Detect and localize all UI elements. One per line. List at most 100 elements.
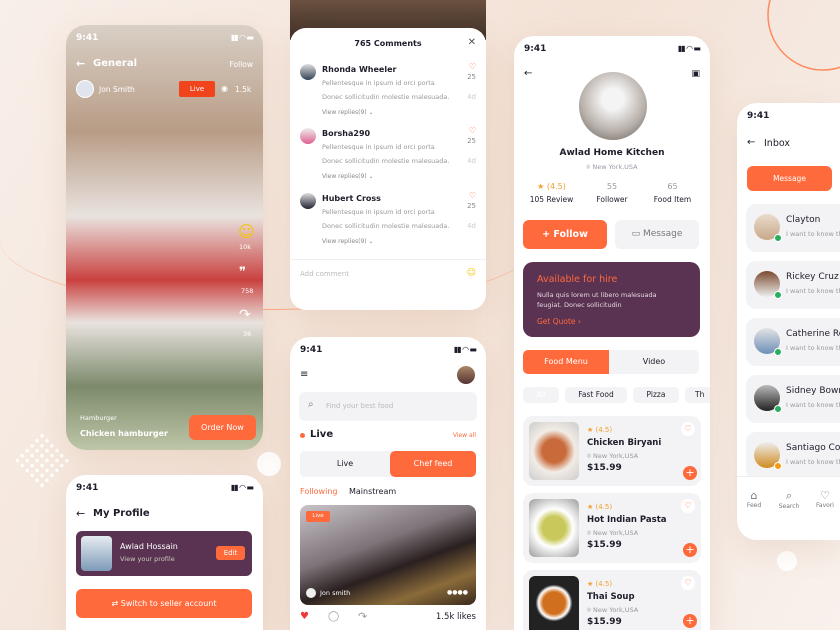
- inbox-item[interactable]: Rickey Cruz I want to know th: [746, 261, 840, 309]
- inbox-item[interactable]: Clayton I want to know th: [746, 204, 840, 252]
- avatar: [76, 80, 94, 98]
- chip-fast-food[interactable]: Fast Food: [565, 387, 627, 403]
- chip-pizza[interactable]: Pizza: [633, 387, 679, 403]
- menu-icon[interactable]: ≡: [300, 369, 308, 380]
- tab-video[interactable]: Video: [609, 350, 699, 374]
- user-avatar[interactable]: [457, 366, 475, 384]
- food-location: ⌾ New York,USA: [587, 606, 639, 614]
- close-icon[interactable]: ✕: [468, 37, 476, 48]
- add-icon[interactable]: +: [683, 614, 697, 628]
- order-now-button[interactable]: Order Now: [189, 415, 256, 440]
- heart-icon[interactable]: ♡: [469, 62, 476, 71]
- back-icon[interactable]: ←: [76, 57, 85, 70]
- contact-name: Clayton: [786, 215, 821, 225]
- add-comment-input[interactable]: Add comment: [300, 270, 349, 278]
- segment-chef-feed[interactable]: Chef feed: [390, 451, 476, 477]
- status-time: 9:41: [300, 345, 323, 355]
- food-item[interactable]: ★ (4.5) Chicken Biryani ⌾ New York,USA $…: [523, 416, 701, 486]
- decor-circle: [777, 551, 797, 571]
- chat-icon[interactable]: ❞: [239, 265, 246, 280]
- follow-link[interactable]: Follow: [229, 60, 253, 69]
- swap-icon: ⇄: [111, 599, 121, 608]
- feed-screen: 9:41 ▮▮ ◠ ▬ ≡ ⌕ Find your best food Live …: [290, 337, 486, 630]
- food-rating: ★ (4.5): [587, 580, 613, 588]
- status-icons: ▮▮ ◠ ▬: [230, 33, 254, 42]
- live-video-card[interactable]: Live Jon smith ●●●●: [300, 505, 476, 605]
- hire-card: Available for hire Nulla quis lorem ut l…: [523, 262, 700, 337]
- message-preview: I want to know th: [786, 287, 840, 295]
- heart-icon[interactable]: ♡: [681, 576, 695, 590]
- nav-search[interactable]: ⌕ Search: [777, 489, 801, 510]
- tab-mainstream[interactable]: Mainstream: [349, 487, 396, 496]
- online-indicator: [774, 348, 782, 356]
- heart-icon[interactable]: ♡: [681, 499, 695, 513]
- add-icon[interactable]: +: [683, 466, 697, 480]
- heart-icon: ♡: [820, 489, 830, 502]
- back-icon[interactable]: ←: [747, 137, 755, 148]
- food-location: ⌾ New York,USA: [587, 452, 639, 460]
- share-icon[interactable]: ↷: [239, 307, 251, 323]
- smile-icon[interactable]: ☺: [238, 222, 255, 241]
- heart-icon[interactable]: ♡: [469, 191, 476, 200]
- away-indicator: [774, 462, 782, 470]
- nav-feed[interactable]: ⌂ Feed: [745, 489, 763, 509]
- back-icon[interactable]: ←: [76, 507, 85, 520]
- food-price: $15.99: [587, 617, 622, 627]
- emoji-icon[interactable]: ☺: [467, 268, 476, 278]
- dish-category: Hamburger: [80, 414, 117, 422]
- inbox-item[interactable]: Santiago Col I want to know th: [746, 432, 840, 480]
- nav-favorite[interactable]: ♡ Favori: [813, 489, 837, 509]
- get-quote-link[interactable]: Get Quote ›: [537, 317, 581, 326]
- tab-following[interactable]: Following: [300, 487, 337, 496]
- bag-icon[interactable]: ▣: [691, 69, 700, 79]
- chip-more[interactable]: Th: [685, 387, 710, 403]
- segment-control: Live Chef feed: [300, 451, 476, 477]
- food-item[interactable]: ★ (4.5) Thai Soup ⌾ New York,USA $15.99 …: [523, 570, 701, 630]
- hire-title: Available for hire: [537, 274, 618, 285]
- dish-name: Chicken hamburger: [80, 429, 168, 438]
- menu-segment: Food Menu Video: [523, 350, 699, 374]
- view-replies-link[interactable]: View replies(9) ⌄: [322, 173, 374, 180]
- switch-seller-button[interactable]: ⇄ Switch to seller account: [76, 589, 252, 618]
- chip-all[interactable]: All: [523, 387, 559, 403]
- kitchen-avatar: [579, 72, 647, 140]
- profile-photo: [81, 536, 112, 571]
- profile-card[interactable]: Awlad Hossain View your profile Edit: [76, 531, 252, 576]
- food-item[interactable]: ★ (4.5) Hot Indian Pasta ⌾ New York,USA …: [523, 493, 701, 563]
- comment-age: 4d: [467, 157, 476, 165]
- view-replies-link[interactable]: View replies(9) ⌄: [322, 238, 374, 245]
- edit-button[interactable]: Edit: [216, 546, 245, 560]
- commenter-name: Rhonda Wheeler: [322, 65, 397, 74]
- search-icon: ⌕: [785, 489, 793, 502]
- heart-icon[interactable]: ♥: [300, 611, 309, 622]
- add-icon[interactable]: +: [683, 543, 697, 557]
- follow-button[interactable]: + Follow: [523, 220, 607, 249]
- kitchen-name: Awlad Home Kitchen: [559, 148, 665, 158]
- like-count: 25: [467, 202, 476, 210]
- comment-icon[interactable]: ◯: [328, 611, 339, 622]
- view-all-link[interactable]: View all: [453, 432, 476, 439]
- inbox-item[interactable]: Catherine Ro I want to know th: [746, 318, 840, 366]
- food-image: [529, 499, 579, 557]
- carousel-dots[interactable]: ●●●●: [447, 589, 468, 596]
- tab-food-menu[interactable]: Food Menu: [523, 350, 609, 374]
- profile-name: Awlad Hossain: [120, 542, 178, 551]
- section-title: Live: [310, 429, 334, 440]
- contact-name: Santiago Col: [786, 443, 840, 453]
- share-icon[interactable]: ↷: [358, 610, 367, 623]
- inbox-item[interactable]: Sidney Bowm I want to know th: [746, 375, 840, 423]
- message-button[interactable]: ▭ Message: [615, 220, 699, 249]
- heart-icon[interactable]: ♡: [469, 126, 476, 135]
- status-time: 9:41: [76, 483, 99, 493]
- profile-sub: View your profile: [120, 555, 175, 563]
- tab-message[interactable]: Message: [747, 166, 832, 191]
- online-indicator: [774, 291, 782, 299]
- segment-live[interactable]: Live: [300, 451, 390, 477]
- back-icon[interactable]: ←: [524, 68, 532, 79]
- view-replies-link[interactable]: View replies(9) ⌄: [322, 109, 374, 116]
- search-input[interactable]: ⌕ Find your best food: [299, 392, 477, 421]
- status-time: 9:41: [76, 33, 99, 43]
- food-name: Hot Indian Pasta: [587, 515, 667, 525]
- heart-icon[interactable]: ♡: [681, 422, 695, 436]
- food-location: ⌾ New York,USA: [587, 529, 639, 537]
